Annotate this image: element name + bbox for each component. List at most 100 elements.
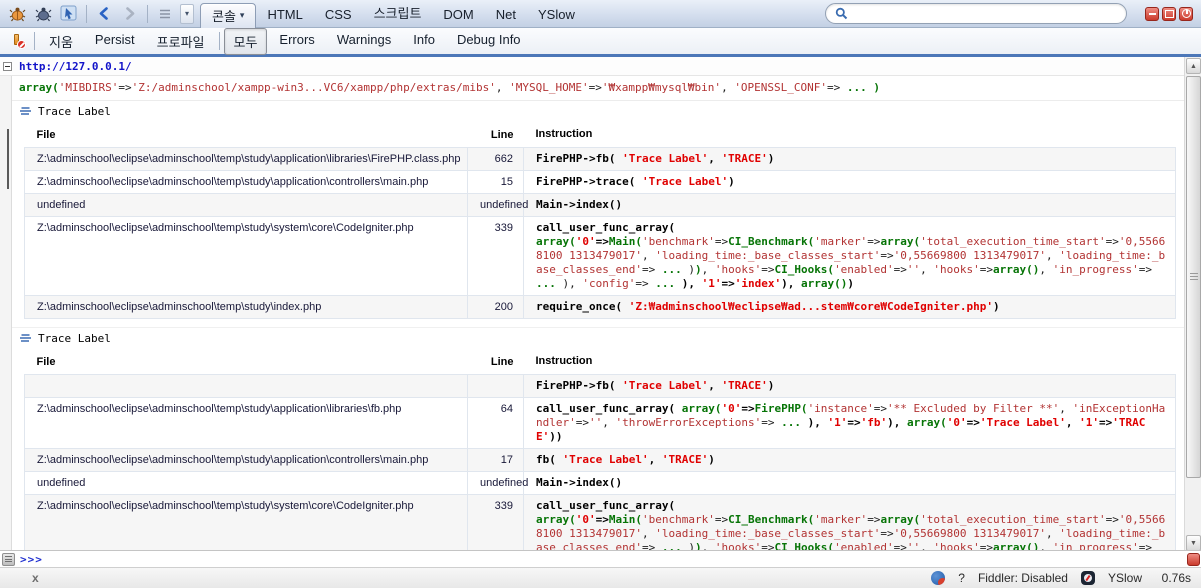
page-load-time[interactable]: 0.76s: [1155, 571, 1191, 585]
tab-css[interactable]: CSS: [314, 2, 363, 28]
tab-script[interactable]: 스크립트: [363, 0, 433, 28]
request-group-header[interactable]: http://127.0.0.1/: [0, 57, 1184, 76]
tab-net[interactable]: Net: [485, 2, 527, 28]
search-box[interactable]: [825, 3, 1127, 24]
trace-row[interactable]: undefinedundefinedMain->index(): [25, 194, 1176, 217]
trace-row[interactable]: Z:\adminschool\eclipse\adminschool\temp\…: [25, 217, 1176, 296]
code-segment: =>: [1106, 513, 1119, 526]
break-on-error-icon[interactable]: [10, 33, 26, 49]
trace-row[interactable]: FirePHP->fb( 'Trace Label', 'TRACE'): [25, 375, 1176, 398]
code-segment: CI_Hooks(: [774, 263, 834, 276]
minimize-button[interactable]: [1145, 7, 1159, 21]
trace-line-cell: 64: [468, 398, 524, 449]
trace-line-cell: 339: [468, 495, 524, 551]
back-icon[interactable]: [93, 3, 115, 25]
firebug-window: ▾ 콘솔▾HTMLCSS스크립트DOMNetYSlow 지움Persist프로파…: [0, 0, 1201, 588]
firebug-icon[interactable]: [6, 3, 28, 25]
tab-yslow[interactable]: YSlow: [527, 2, 586, 28]
code-segment: ,: [602, 416, 615, 429]
forward-icon[interactable]: [119, 3, 141, 25]
code-segment: Main(: [609, 513, 642, 526]
scrollbar-thumb[interactable]: [1186, 76, 1201, 478]
console-panel: http://127.0.0.1/ array('MIBDIRS'=>'Z:/a…: [0, 57, 1184, 550]
code-segment: ): [873, 81, 880, 94]
column-header-line: Line: [468, 122, 524, 148]
code-segment: call_user_func_array(: [536, 499, 675, 512]
command-line-red-button[interactable]: [1187, 553, 1200, 566]
command-line-icon[interactable]: [2, 553, 15, 566]
code-segment: 'total_execution_time_start': [920, 513, 1105, 526]
firephp-icon[interactable]: [931, 571, 945, 585]
tab-dom[interactable]: DOM: [432, 2, 484, 28]
code-segment: ): [847, 277, 854, 290]
command-line-input[interactable]: [48, 552, 1182, 566]
trace-group-header[interactable]: Trace Label: [0, 101, 1184, 121]
search-input[interactable]: [854, 7, 1117, 21]
filter-debug-info-button[interactable]: Debug Info: [447, 28, 531, 55]
trace-row[interactable]: Z:\adminschool\eclipse\adminschool\temp\…: [25, 296, 1176, 319]
deactivate-button[interactable]: [1179, 7, 1193, 21]
code-segment: 'Trace Label': [622, 379, 708, 392]
filter-buttons: 모두ErrorsWarningsInfoDebug Info: [224, 28, 531, 55]
close-firebug-button[interactable]: x: [32, 571, 39, 585]
trace-row[interactable]: Z:\adminschool\eclipse\adminschool\temp\…: [25, 495, 1176, 551]
code-segment: array(): [993, 541, 1039, 550]
log-entry[interactable]: array('MIBDIRS'=>'Z:/adminschool/xampp-w…: [0, 76, 1184, 101]
scroll-up-button[interactable]: ▲: [1186, 58, 1201, 74]
trace-row[interactable]: Z:\adminschool\eclipse\adminschool\temp\…: [25, 398, 1176, 449]
action-persist-button[interactable]: Persist: [85, 28, 145, 55]
help-button[interactable]: ?: [958, 571, 965, 585]
inspect-element-icon[interactable]: [58, 3, 80, 25]
trace-group-header[interactable]: Trace Label: [0, 328, 1184, 348]
yslow-icon[interactable]: [1081, 571, 1095, 585]
code-segment: 'Trace Label': [980, 416, 1066, 429]
vertical-scrollbar[interactable]: ▲ ▼: [1184, 57, 1201, 552]
code-segment: 'hooks': [715, 263, 761, 276]
trace-row[interactable]: Z:\adminschool\eclipse\adminschool\temp\…: [25, 449, 1176, 472]
trace-row[interactable]: Z:\adminschool\eclipse\adminschool\temp\…: [25, 148, 1176, 171]
toolbar-separator: [219, 32, 220, 50]
toolbar-dropdown-button[interactable]: ▾: [180, 4, 194, 24]
filter-all-button[interactable]: 모두: [224, 28, 268, 55]
fiddler-status[interactable]: Fiddler: Disabled: [978, 571, 1068, 585]
code-segment: =>: [827, 81, 847, 94]
code-segment: 'throwErrorExceptions': [616, 416, 762, 429]
disabled-badge-glyph: [17, 40, 26, 49]
trace-row[interactable]: Z:\adminschool\eclipse\adminschool\temp\…: [25, 171, 1176, 194]
left-gutter: [0, 57, 12, 550]
trace-row[interactable]: undefinedundefinedMain->index(): [25, 472, 1176, 495]
history-list-icon[interactable]: [154, 3, 176, 25]
code-segment: =>: [880, 249, 893, 262]
code-segment: 'loading_time:_base_classes_start': [655, 527, 880, 540]
trace-instruction-cell: Main->index(): [524, 194, 1176, 217]
yslow-label[interactable]: YSlow: [1108, 571, 1142, 585]
code-segment: '0': [576, 513, 596, 526]
code-segment: 'hooks': [715, 541, 761, 550]
collapse-icon[interactable]: [3, 62, 12, 71]
code-segment: FirePHP(: [755, 402, 808, 415]
filter-info-button[interactable]: Info: [403, 28, 445, 55]
code-segment: 'in_progress': [1053, 263, 1139, 276]
code-segment: 'enabled': [834, 263, 894, 276]
secondary-bug-icon[interactable]: [32, 3, 54, 25]
code-segment: '': [907, 541, 920, 550]
scroll-down-button[interactable]: ▼: [1186, 535, 1201, 551]
tab-console[interactable]: 콘솔▾: [200, 3, 256, 28]
filter-errors-button[interactable]: Errors: [269, 28, 324, 55]
code-segment: '': [589, 416, 602, 429]
action-clear-button[interactable]: 지움: [39, 28, 83, 55]
code-segment: '** Excluded by Filter **': [887, 402, 1059, 415]
request-url-link[interactable]: http://127.0.0.1/: [19, 60, 132, 73]
detach-window-button[interactable]: [1162, 7, 1176, 21]
code-segment: =>: [642, 263, 662, 276]
action-profile-button[interactable]: 프로파일: [147, 28, 215, 55]
code-segment: ,: [649, 453, 662, 466]
code-segment: ,: [1046, 249, 1059, 262]
trace-file-cell: undefined: [25, 472, 468, 495]
tab-html[interactable]: HTML: [256, 2, 313, 28]
filter-warnings-button[interactable]: Warnings: [327, 28, 401, 55]
code-segment: array(: [880, 235, 920, 248]
trace-line-cell: 339: [468, 217, 524, 296]
inspector-cursor-glyph: [60, 5, 78, 22]
trace-file-cell: undefined: [25, 194, 468, 217]
